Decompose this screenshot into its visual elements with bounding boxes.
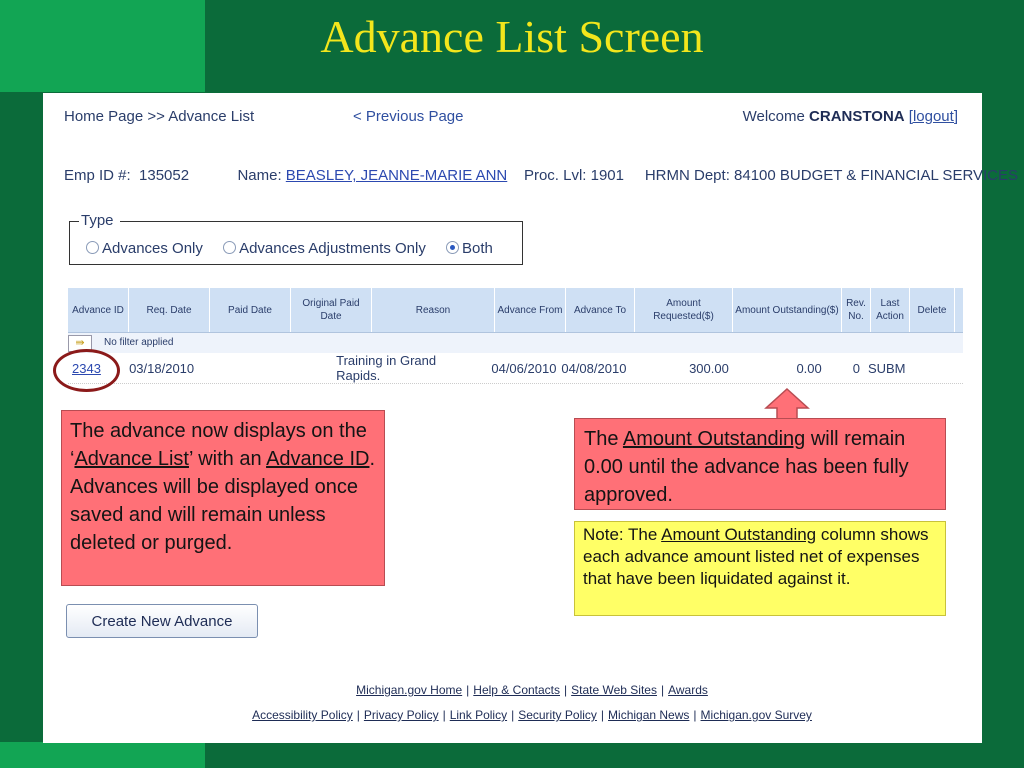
- amount-outstanding-term: Amount Outstanding: [622, 428, 806, 450]
- slide-title: Advance List Screen: [320, 11, 704, 62]
- highlight-oval: [53, 349, 120, 392]
- proc-level: Proc. Lvl: 1901: [523, 167, 624, 184]
- cell-amount-requested: 300.00: [689, 360, 729, 376]
- col-advance-to[interactable]: Advance To: [566, 288, 635, 332]
- col-last-action[interactable]: Last Action: [871, 288, 910, 332]
- background-accent-bottom: [0, 742, 205, 768]
- col-reason[interactable]: Reason: [372, 288, 495, 332]
- footer-link-awards[interactable]: Awards: [668, 683, 708, 697]
- cell-original-paid-date: [277, 353, 332, 383]
- col-req-date[interactable]: Req. Date: [129, 288, 210, 332]
- department: HRMN Dept: 84100 BUDGET & FINANCIAL SERV…: [644, 167, 1019, 184]
- table-header: Advance ID Req. Date Paid Date Original …: [68, 288, 963, 333]
- welcome-text: Welcome: [742, 108, 805, 125]
- footer-links-primary: Michigan.gov Home | Help & Contacts | State …: [356, 683, 708, 697]
- cell-advance-from: 04/06/2010: [491, 360, 557, 376]
- up-arrow-icon: [764, 388, 810, 420]
- cell-last-action: SUBM: [867, 360, 906, 376]
- radio-icon[interactable]: [223, 241, 237, 254]
- footer-link-security[interactable]: Security Policy: [518, 708, 597, 722]
- previous-page-link[interactable]: < Previous Page: [353, 108, 464, 125]
- cell-req-date: 03/18/2010: [129, 360, 195, 376]
- cell-delete[interactable]: [921, 353, 963, 383]
- create-new-advance-button[interactable]: Create New Advance: [66, 604, 258, 638]
- employee-name-link[interactable]: BEASLEY, JEANNE-MARIE ANN: [286, 167, 507, 184]
- cell-reason: Training in Grand Rapids.: [336, 353, 437, 383]
- col-paid-date[interactable]: Paid Date: [210, 288, 291, 332]
- advance-list-term: Advance List: [74, 448, 189, 470]
- advance-table: Advance ID Req. Date Paid Date Original …: [68, 288, 963, 384]
- footer-link-link-policy[interactable]: Link Policy: [450, 708, 507, 722]
- radio-advances-adjustments-only[interactable]: Advances Adjustments Only: [223, 240, 426, 257]
- employee-info: Emp ID #: 135052 Name: BEASLEY, JEANNE-M…: [64, 167, 1018, 184]
- footer-link-survey[interactable]: Michigan.gov Survey: [701, 708, 812, 722]
- radio-advances-only[interactable]: Advances Only: [86, 240, 203, 257]
- footer-link-michigan-home[interactable]: Michigan.gov Home: [356, 683, 462, 697]
- col-original-paid-date[interactable]: Original Paid Date: [291, 288, 372, 332]
- cell-paid-date: [201, 353, 277, 383]
- callout-amount-outstanding: The Amount Outstanding will remain 0.00 …: [574, 418, 946, 510]
- radio-both[interactable]: Both: [446, 240, 493, 257]
- emp-id-label: Emp ID #:: [64, 167, 131, 184]
- amount-outstanding-term: Amount Outstanding: [661, 525, 817, 544]
- footer-link-privacy[interactable]: Privacy Policy: [364, 708, 439, 722]
- footer-link-news[interactable]: Michigan News: [608, 708, 689, 722]
- filter-status: No filter applied: [104, 337, 174, 348]
- callout-note: Note: The Amount Outstanding column show…: [574, 521, 946, 616]
- cell-amount-outstanding: 0.00: [796, 360, 822, 376]
- username: CRANSTONA: [809, 108, 905, 125]
- col-amount-outstanding[interactable]: Amount Outstanding($): [733, 288, 842, 332]
- type-filter-group: Type Advances Only Advances Adjustments …: [69, 212, 523, 265]
- emp-id-value: 135052: [139, 167, 190, 184]
- col-amount-requested[interactable]: Amount Requested($): [635, 288, 733, 332]
- type-filter-label: Type: [81, 212, 114, 229]
- filter-row: ⇛ No filter applied: [68, 333, 963, 353]
- footer-link-state-sites[interactable]: State Web Sites: [571, 683, 657, 697]
- callout-advance-list: The advance now displays on the ‘Advance…: [61, 410, 385, 586]
- radio-selected-icon[interactable]: [446, 241, 459, 254]
- col-delete[interactable]: Delete: [910, 288, 955, 332]
- welcome-area: Welcome CRANSTONA [logout]: [743, 108, 958, 125]
- footer-links-secondary: Accessibility Policy | Privacy Policy | Link…: [252, 708, 812, 722]
- footer-link-accessibility[interactable]: Accessibility Policy: [252, 708, 353, 722]
- radio-icon[interactable]: [86, 241, 99, 254]
- col-rev-no[interactable]: Rev. No.: [842, 288, 871, 332]
- cell-rev-no: 0: [852, 360, 860, 376]
- advance-id-term: Advance ID: [266, 448, 370, 470]
- breadcrumb[interactable]: Home Page >> Advance List: [64, 108, 254, 125]
- logout-link[interactable]: [logout]: [909, 108, 958, 125]
- name-label: Name:: [237, 167, 282, 184]
- col-advance-from[interactable]: Advance From: [495, 288, 566, 332]
- footer-link-help[interactable]: Help & Contacts: [473, 683, 560, 697]
- cell-advance-to: 04/08/2010: [561, 360, 627, 376]
- table-row: 2343 03/18/2010 Training in Grand Rapids…: [68, 353, 963, 384]
- col-advance-id[interactable]: Advance ID: [68, 288, 129, 332]
